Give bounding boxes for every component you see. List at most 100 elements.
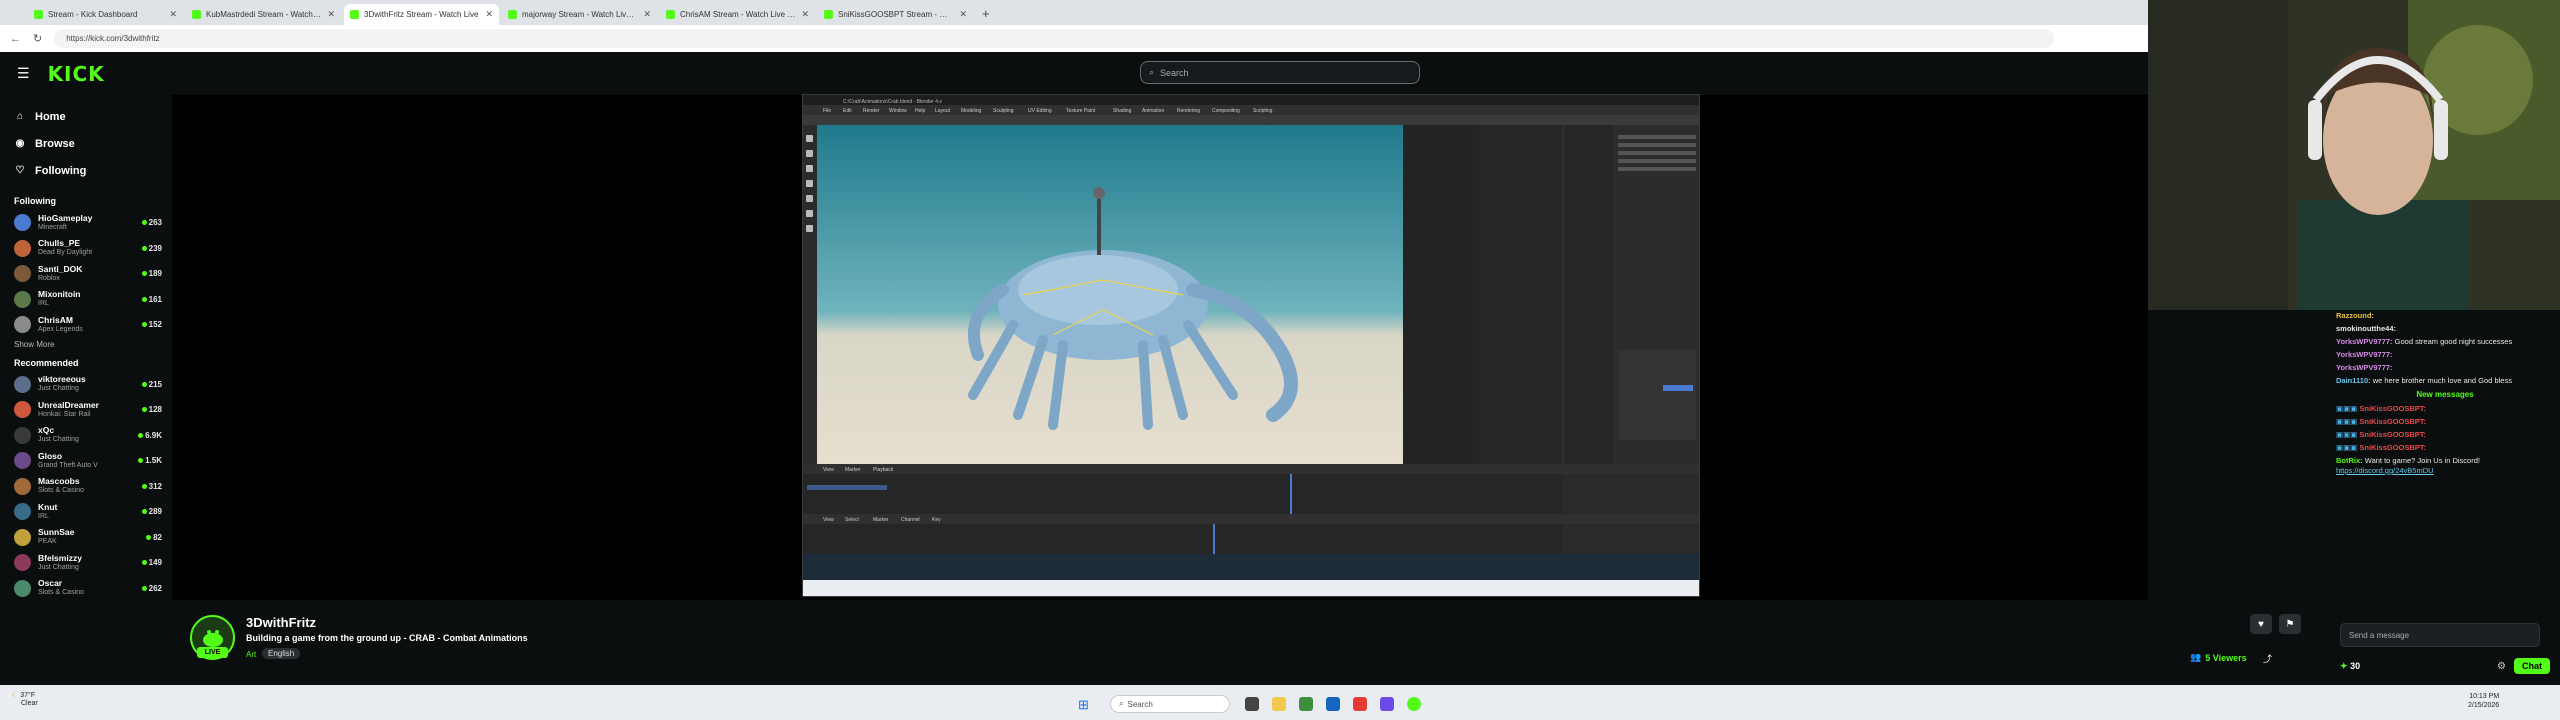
channel-avatar [14,375,31,393]
nav-home[interactable]: ⌂ Home [0,103,172,130]
channel-points[interactable]: ✦ 30 [2340,661,2360,672]
following-channel[interactable]: Mixonitoin IRL 161 [0,287,172,313]
viewer-count: 262 [141,584,162,593]
hamburger-menu-icon[interactable]: ☰ [17,65,30,82]
channel-avatar [14,528,31,546]
viewer-count: 312 [141,482,162,491]
windows-start-icon[interactable]: ⊞ [1078,697,1089,713]
channel-avatar [14,477,31,495]
following-list: HioGameplay Minecraft 263 Chulls_PE Dead… [0,210,172,338]
channel-avatar [14,401,31,419]
search-icon: ⌕ [1149,67,1155,77]
live-dot-icon [146,534,152,540]
live-dot-icon [141,296,147,302]
taskview-icon[interactable] [1245,697,1259,711]
nav-browse[interactable]: ◉ Browse [0,130,172,157]
viewer-count: 239 [141,244,162,253]
close-tab-icon[interactable]: ✕ [485,9,493,20]
blender-menu-item: Shading [1113,108,1132,114]
recommended-channel[interactable]: Bfelsmizzy Just Chatting 149 [0,550,172,576]
live-dot-icon [141,381,147,387]
send-chat-button[interactable]: Chat [2514,658,2550,674]
badge-icons: ▣▣▣ [2336,404,2358,413]
blender-menu-item: Texture Paint [1066,108,1096,114]
close-tab-icon[interactable]: ✕ [169,9,177,20]
recommended-channel[interactable]: UnrealDreamer Honkai: Star Rail 128 [0,397,172,423]
blender-menu-item: Marker [845,467,861,473]
close-tab-icon[interactable]: ✕ [643,9,651,20]
bookmark-icon[interactable]: ⚑ [2279,614,2301,634]
follow-heart-icon[interactable]: ♥ [2250,614,2272,634]
kick-logo[interactable]: KICK [48,62,105,86]
recommended-channel[interactable]: Oscar Slots & Casino 262 [0,576,172,602]
viewer-count: 263 [141,218,162,227]
live-dot-icon [141,271,147,277]
new-tab-icon[interactable]: + [982,6,990,21]
discord-icon[interactable] [1380,697,1394,711]
reload-icon[interactable]: ↻ [33,32,42,45]
show-more-link[interactable]: Show More [0,338,172,352]
new-messages-divider[interactable]: New messages [2336,390,2554,400]
stream-category[interactable]: Art [246,650,256,659]
nav-following[interactable]: ♡ Following [0,157,172,184]
blender-menu-item: Rendering [1177,108,1200,114]
chrome-icon[interactable] [1353,697,1367,711]
following-channel[interactable]: Chulls_PE Dead By Daylight 239 [0,236,172,262]
chat-message: ▣▣▣ SniKissGOOSBPT: [2336,430,2427,439]
viewer-count: 1.5K [138,456,162,465]
browser-tab[interactable]: ChrisAM Stream - Watch Live on Kick✕ [660,4,815,25]
stream-title: Building a game from the ground up - CRA… [246,633,528,643]
recommended-channel[interactable]: Knut IRL 289 [0,499,172,525]
kick-favicon-icon [666,10,675,19]
recommended-channel[interactable]: Gloso Grand Theft Auto V 1.5K [0,448,172,474]
search-input[interactable]: ⌕ Search [1140,61,1420,84]
blender-menu-item: Animation [1142,108,1164,114]
file-explorer-icon[interactable] [1272,697,1286,711]
blender-title: C:\Crab\Animations\Crab.blend - Blender … [843,99,942,105]
settings-gear-icon[interactable]: ⚙ [2497,661,2506,672]
recommended-channel[interactable]: xQc Just Chatting 6.9K [0,423,172,449]
spotify-icon[interactable] [1407,697,1421,711]
edge-icon[interactable] [1299,697,1313,711]
weather-widget[interactable]: ☾ 37°F Clear [12,692,38,708]
chat-message: YorksWPV9777: [2336,350,2393,359]
address-bar[interactable]: https://kick.com/3dwithfritz [54,29,2055,48]
chat-messages: Razzound: smokinoutthe44: YorksWPV9777: … [2336,310,2554,386]
recommended-channel[interactable]: SunnSae PEAK 82 [0,525,172,551]
back-icon[interactable]: ← [10,33,21,45]
taskbar-search[interactable]: ⌕ Search [1110,695,1230,713]
browse-icon: ◉ [15,138,25,149]
chat-message: YorksWPV9777: [2336,363,2393,372]
webcam-overlay [2148,0,2560,310]
close-tab-icon[interactable]: ✕ [801,9,809,20]
browser-tab[interactable]: SniKissGOOSBPT Stream - Watch Live✕ [818,4,973,25]
badge-icons: ▣▣▣ [2336,443,2358,452]
following-channel[interactable]: ChrisAM Apex Legends 152 [0,312,172,338]
language-tag[interactable]: English [262,648,301,659]
blender-menu-item: View [823,517,834,523]
browser-tab[interactable]: Stream - Kick Dashboard ✕ [28,4,183,25]
browser-tab[interactable]: KubMastrdedi Stream - Watch Live ✕ [186,4,341,25]
viewer-count: 149 [141,558,162,567]
browser-tab[interactable]: majorway Stream - Watch Live on Kick✕ [502,4,657,25]
recommended-channel[interactable]: Mascoobs Slots & Casino 312 [0,474,172,500]
blender-menu-item: UV Editing [1028,108,1052,114]
discord-link[interactable]: https://discord.gg/24vB5mDU [2336,466,2434,475]
share-icon[interactable]: ⤴ [2263,652,2272,665]
following-channel[interactable]: HioGameplay Minecraft 263 [0,210,172,236]
blender-menu-item: Scripting [1253,108,1273,114]
chat-message: Razzound: [2336,311,2374,320]
close-tab-icon[interactable]: ✕ [959,9,967,20]
blender-menu-item: Key [932,517,941,523]
system-clock[interactable]: 10:13 PM 2/15/2026 [2468,692,2499,710]
live-dot-icon [141,245,147,251]
browser-tab-active[interactable]: 3DwithFritz Stream - Watch Live ✕ [344,4,499,25]
close-tab-icon[interactable]: ✕ [327,9,335,20]
kick-favicon-icon [350,10,359,19]
chat-input[interactable]: Send a message [2340,623,2540,647]
streamer-name[interactable]: 3DwithFritz [246,615,316,630]
blender-app-icon[interactable] [1326,697,1340,711]
following-channel[interactable]: Santi_DOK Roblox 189 [0,261,172,287]
recommended-channel[interactable]: viktoreeous Just Chatting 215 [0,372,172,398]
live-dot-icon [141,585,147,591]
